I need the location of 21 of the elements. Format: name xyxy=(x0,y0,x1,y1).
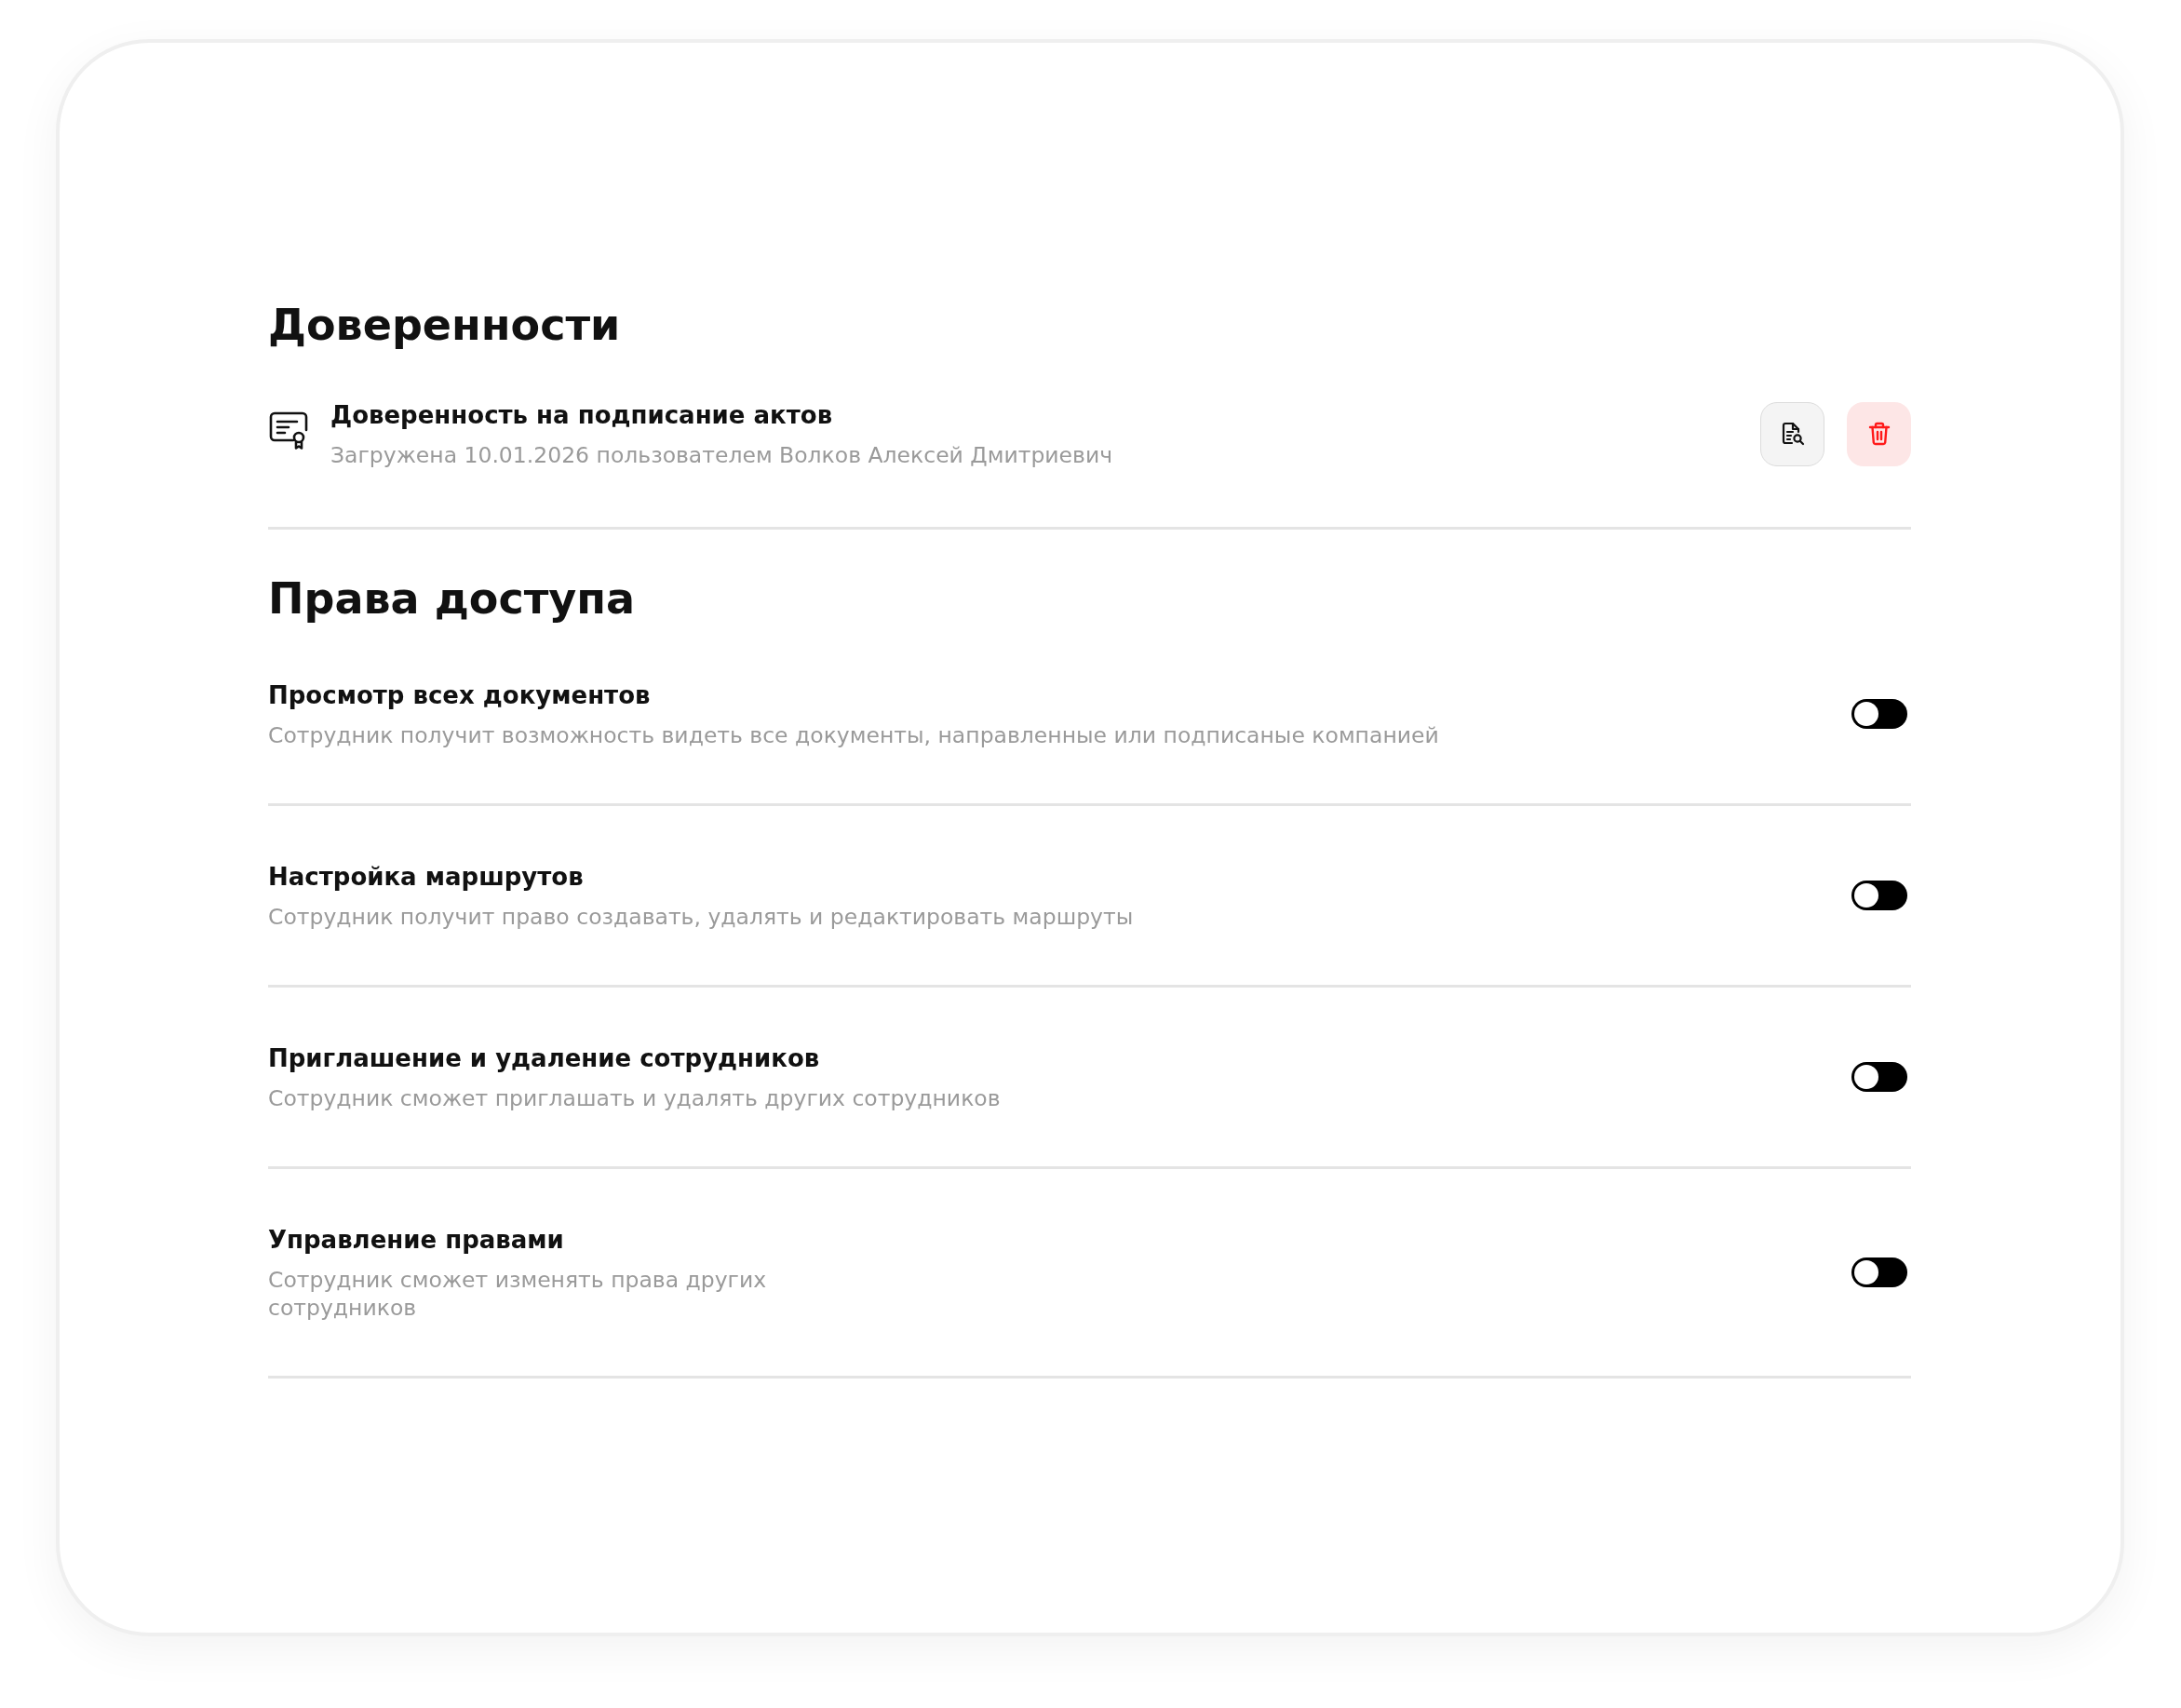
delete-button[interactable] xyxy=(1847,401,1911,466)
toggle-switch[interactable] xyxy=(1851,699,1907,729)
certificate-icon xyxy=(268,410,309,451)
permission-title: Настройка маршрутов xyxy=(268,862,584,893)
view-document-button[interactable] xyxy=(1760,401,1824,466)
trash-icon xyxy=(1866,422,1892,446)
permission-title: Приглашение и удаление сотрудников xyxy=(268,1043,820,1074)
document-title: Доверенность на подписание актов xyxy=(330,400,833,431)
permission-title: Управление правами xyxy=(268,1225,564,1256)
permission-description: Сотрудник получит возможность видеть все документы, направленные или подписаные компанией xyxy=(268,721,1439,749)
toggle-switch[interactable] xyxy=(1851,881,1907,910)
permission-title: Просмотр всех документов xyxy=(268,680,651,711)
toggle-switch[interactable] xyxy=(1851,1257,1907,1287)
document-upload-info: Загружена 10.01.2026 пользователем Волков Алексей Дмитриевич xyxy=(330,441,1113,469)
permission-description: Сотрудник сможет приглашать и удалять других сотрудников xyxy=(268,1084,1001,1112)
permission-description: Сотрудник получит право создавать, удалять и редактировать маршруты xyxy=(268,903,1134,931)
toggle-switch[interactable] xyxy=(1851,1062,1907,1092)
section-title: Доверенности xyxy=(268,300,621,351)
document-search-icon xyxy=(1780,422,1805,446)
permission-description: Сотрудник сможет изменять права других сотрудников xyxy=(268,1266,767,1322)
section-title: Права доступа xyxy=(268,573,636,625)
